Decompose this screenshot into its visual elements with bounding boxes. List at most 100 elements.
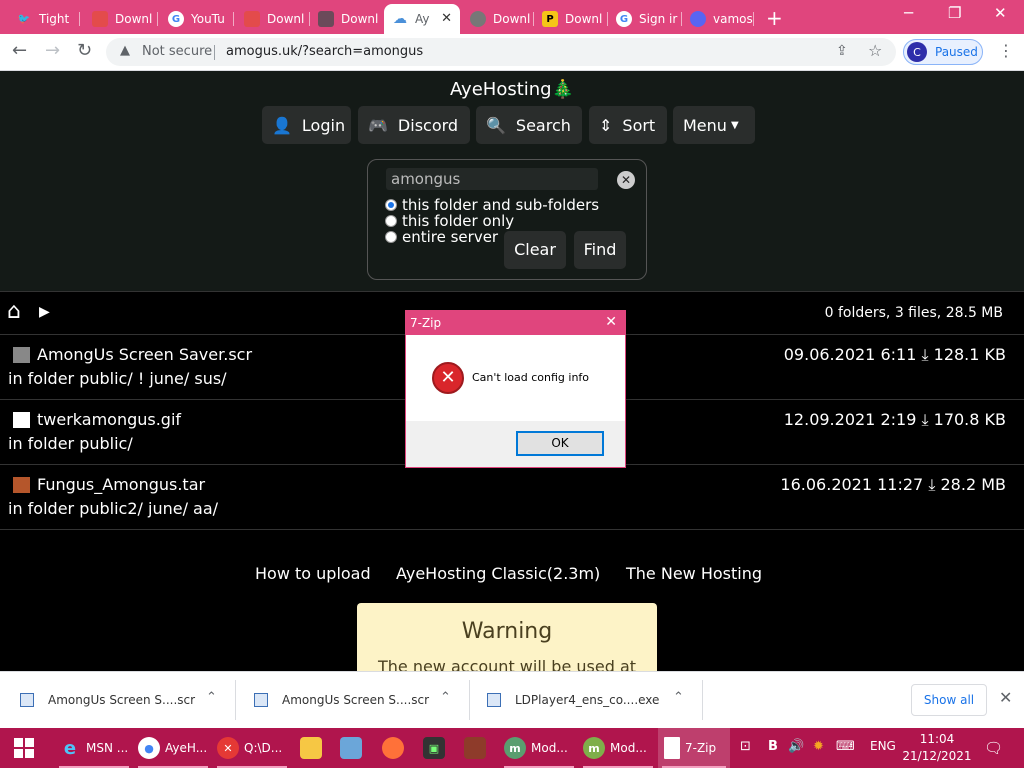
chevron-up-icon[interactable]: ⌃ — [440, 690, 451, 705]
taskbar-app[interactable]: ● AyeH... — [134, 728, 212, 768]
settings-tray-icon[interactable]: ✹ — [813, 739, 824, 754]
google-icon: G — [168, 11, 184, 27]
taskbar-app[interactable] — [294, 728, 330, 768]
file-name[interactable]: twerkamongus.gif — [37, 410, 181, 429]
taskbar-app[interactable]: e MSN ... — [55, 728, 133, 768]
browser-tab[interactable]: P Downl — [534, 4, 608, 34]
chevron-up-icon[interactable]: ⌃ — [206, 690, 217, 705]
chevron-up-icon[interactable]: ⌃ — [673, 690, 684, 705]
network-icon[interactable]: ⊡ — [740, 739, 751, 754]
tab-label: Downl — [341, 12, 379, 26]
reload-button[interactable]: ↻ — [77, 40, 92, 61]
close-tab-icon[interactable]: ✕ — [441, 11, 452, 26]
home-icon[interactable]: ⌂ — [7, 299, 21, 324]
download-separator — [702, 680, 703, 720]
taskbar-app[interactable]: ✕ Q:\D... — [213, 728, 291, 768]
volume-icon[interactable]: 🔊 — [788, 739, 804, 754]
chevron-right-icon[interactable]: ▶ — [39, 304, 50, 320]
download-icon[interactable]: ⤓ — [928, 475, 935, 494]
new-hosting-link[interactable]: The New Hosting — [626, 564, 762, 583]
file-folder[interactable]: in folder public/ — [8, 434, 133, 453]
browser-tab[interactable]: Downl — [236, 4, 310, 34]
language-indicator[interactable]: ENG — [870, 739, 896, 753]
taskbar: e MSN ... ● AyeH... ✕ Q:\D... ▣ m Mod...… — [0, 728, 1024, 768]
address-bar[interactable]: ▲ Not secure amogus.uk/?search=amongus ⇪… — [106, 38, 896, 66]
radio-entire-server[interactable]: entire server — [385, 228, 498, 246]
browser-tab[interactable]: Downl — [310, 4, 384, 34]
clock-date: 21/12/2021 — [902, 749, 972, 763]
tab-label: Tight — [39, 12, 70, 26]
download-icon[interactable]: ⤓ — [921, 345, 928, 364]
browser-tab[interactable]: Downl — [462, 4, 534, 34]
download-icon[interactable]: ⤓ — [921, 410, 928, 429]
restore-window-button[interactable]: ❐ — [948, 4, 961, 22]
search-input[interactable]: amongus — [386, 168, 598, 190]
discord-icon — [690, 11, 706, 27]
footer-links: How to upload AyeHosting Classic(2.3m) T… — [0, 564, 1024, 588]
ok-button[interactable]: OK — [516, 431, 604, 456]
browser-tab[interactable]: vamos — [682, 4, 754, 34]
file-name[interactable]: Fungus_Amongus.tar — [37, 475, 205, 494]
browser-tab[interactable]: 🐦 Tight — [8, 4, 80, 34]
file-name[interactable]: AmongUs Screen Saver.scr — [37, 345, 252, 364]
taskbar-app[interactable] — [334, 728, 370, 768]
discord-label: Discord — [397, 115, 459, 135]
search-button[interactable]: 🔍 Search — [476, 106, 582, 144]
taskbar-app[interactable]: m Mod... — [579, 728, 657, 768]
clock[interactable]: 11:04 21/12/2021 — [902, 731, 972, 765]
notification-icon[interactable]: 🗨 — [984, 739, 1003, 757]
file-row[interactable]: Fungus_Amongus.tar in folder public2/ ju… — [0, 465, 1024, 530]
share-icon[interactable]: ⇪ — [836, 43, 848, 59]
new-tab-button[interactable]: + — [766, 6, 783, 30]
profile-button[interactable]: C Paused — [903, 39, 983, 65]
taskbar-app-label: MSN ... — [86, 741, 129, 755]
browser-tab[interactable]: G Sign ir — [608, 4, 682, 34]
find-button[interactable]: Find — [574, 231, 626, 269]
classic-link[interactable]: AyeHosting Classic(2.3m) — [396, 564, 600, 583]
touch-keyboard-icon[interactable]: ⌨ — [836, 739, 855, 754]
google-icon: G — [616, 11, 632, 27]
dialog-title: 7-Zip — [410, 316, 442, 330]
radio-icon[interactable] — [385, 231, 397, 243]
url-text[interactable]: amogus.uk/?search=amongus — [226, 44, 423, 59]
site-title[interactable]: AyeHosting🎄 — [0, 79, 1024, 100]
sort-button[interactable]: ⇕ Sort — [589, 106, 667, 144]
taskbar-app[interactable] — [458, 728, 494, 768]
show-all-button[interactable]: Show all — [911, 684, 987, 716]
taskbar-app[interactable] — [376, 728, 412, 768]
taskbar-app[interactable]: m Mod... — [500, 728, 578, 768]
download-item[interactable]: LDPlayer4_ens_co....exe ⌃ — [467, 672, 703, 729]
clear-button[interactable]: Clear — [504, 231, 566, 269]
radio-icon[interactable] — [385, 215, 397, 227]
discord-button[interactable]: 🎮 Discord — [358, 106, 470, 144]
ie-icon: e — [63, 737, 77, 759]
browser-tab-active[interactable]: ☁ Ay ✕ — [384, 4, 460, 34]
menu-button[interactable]: Menu ▼ — [673, 106, 755, 144]
taskbar-app-active[interactable]: 7-Zip — [658, 728, 730, 768]
close-window-button[interactable]: ✕ — [994, 4, 1007, 22]
windows-logo-icon — [25, 749, 34, 758]
clear-search-icon[interactable]: ✕ — [617, 171, 635, 189]
file-folder[interactable]: in folder public2/ june/ aa/ — [8, 499, 218, 518]
browser-tab[interactable]: Downl — [84, 4, 158, 34]
login-button[interactable]: 👤 Login — [262, 106, 351, 144]
download-item[interactable]: AmongUs Screen S....scr ⌃ — [234, 672, 470, 729]
bookmark-star-icon[interactable]: ☆ — [868, 41, 882, 60]
radio-selected-icon[interactable] — [385, 199, 397, 211]
dialog-titlebar[interactable]: 7-Zip ✕ — [406, 311, 625, 335]
back-button[interactable]: ← — [12, 40, 27, 61]
close-shelf-icon[interactable]: ✕ — [999, 688, 1012, 707]
how-to-upload-link[interactable]: How to upload — [255, 564, 371, 583]
close-dialog-icon[interactable]: ✕ — [605, 314, 617, 330]
browser-menu-icon[interactable]: ⋮ — [998, 41, 1014, 60]
download-item[interactable]: AmongUs Screen S....scr ⌃ — [0, 672, 236, 729]
minimize-window-button[interactable]: ─ — [904, 4, 913, 22]
browser-tab[interactable]: G YouTu — [160, 4, 234, 34]
file-folder[interactable]: in folder public/ ! june/ sus/ — [8, 369, 227, 388]
forward-button[interactable]: → — [45, 40, 60, 61]
security-status[interactable]: Not secure — [142, 44, 212, 59]
start-button[interactable] — [14, 738, 34, 758]
keyboard-layout-indicator[interactable]: B — [768, 739, 778, 754]
warning-triangle-icon[interactable]: ▲ — [120, 43, 130, 58]
taskbar-app[interactable]: ▣ — [417, 728, 453, 768]
